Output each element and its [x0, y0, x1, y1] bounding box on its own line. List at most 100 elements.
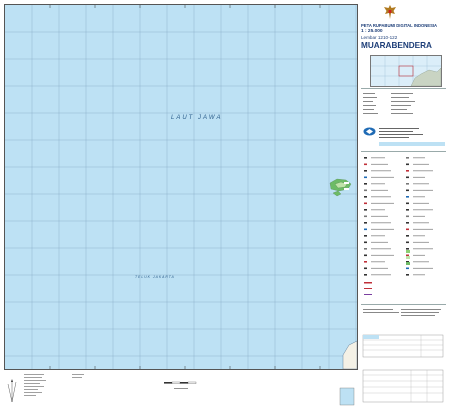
legend-symbol [406, 267, 409, 270]
coral-reef [332, 190, 342, 197]
legend-text [371, 228, 394, 230]
legend-symbol [406, 235, 409, 237]
legend-text [413, 215, 425, 217]
legend-symbol [406, 209, 409, 211]
legend-symbol [364, 235, 367, 237]
legend-text [371, 157, 385, 159]
sheet-info-block [363, 93, 415, 114]
legend-symbol [364, 228, 367, 231]
legend-symbol [364, 202, 367, 205]
divider [361, 88, 446, 89]
legend-symbol [364, 163, 367, 166]
legend-text [413, 267, 433, 269]
legend-text [413, 202, 429, 204]
legend-symbol [364, 157, 367, 159]
divider [361, 304, 446, 305]
legend-text [371, 261, 385, 263]
map-canvas [5, 5, 357, 369]
legend-symbol [364, 254, 367, 257]
legend-text [371, 267, 388, 269]
legend-symbol [406, 189, 409, 192]
legend-text [413, 189, 433, 191]
legend-text [371, 176, 394, 178]
legend-symbol [364, 215, 367, 218]
coastline [342, 340, 357, 369]
legend-symbol [364, 267, 367, 270]
legend-symbol [406, 183, 409, 185]
legend-panel: PETA RUPABUMI DIGITAL INDONESIA 1 : 25.0… [361, 4, 446, 406]
legend-symbol [406, 170, 409, 172]
legend-symbol [406, 202, 409, 205]
legend-text [371, 189, 388, 191]
legend-text [413, 170, 433, 172]
institution-logo-icon [363, 127, 376, 136]
info-tables [362, 309, 444, 403]
island-label [344, 188, 349, 190]
legend-symbol [406, 196, 409, 198]
legend-symbol [364, 170, 367, 172]
legend-text [413, 241, 429, 243]
legend-symbol [406, 248, 409, 250]
legend-symbol [406, 254, 409, 257]
bottom-margin-graphic [7, 374, 355, 406]
legend-symbol [364, 196, 367, 198]
legend-text [413, 235, 425, 237]
legend-text [371, 241, 388, 243]
legend-symbol [364, 183, 367, 185]
legend-text [371, 202, 394, 204]
declination-diagram [7, 380, 17, 403]
map-sheet: LAUT JAWA TELUK JAKARTA PETA RUPABUMI DI… [0, 0, 450, 410]
legend-symbol [406, 176, 409, 179]
sea-label-teluk-jakarta: TELUK JAKARTA [135, 275, 175, 279]
bottom-margin [4, 370, 356, 406]
legend-symbol [406, 274, 409, 276]
legend-symbol [364, 261, 367, 263]
map-series-title: PETA RUPABUMI DIGITAL INDONESIA [361, 23, 438, 28]
legend-text [413, 157, 425, 159]
legend-text [413, 222, 429, 224]
legend-text [371, 248, 391, 250]
legend-text [371, 222, 391, 224]
legend-text [371, 209, 385, 211]
legend-symbol [364, 222, 367, 224]
frame-ticks [49, 5, 321, 369]
legend-text [413, 248, 433, 250]
legend-symbol [406, 163, 409, 166]
index-map [370, 55, 442, 87]
legend-text [413, 228, 433, 230]
legend-symbol [406, 241, 409, 244]
island-label [344, 182, 349, 184]
legend-text [413, 254, 425, 256]
legend-text [371, 254, 394, 256]
legend-text [413, 274, 425, 276]
legend-symbols [364, 157, 433, 295]
legend-text [413, 163, 429, 165]
legend-symbol [364, 209, 367, 211]
legend-text [413, 261, 429, 263]
legend-text [413, 209, 433, 211]
garuda-emblem-icon [384, 5, 396, 19]
legend-text [371, 163, 388, 165]
legend-symbol [364, 248, 367, 250]
sheet-number: Lembar 1210-122 [361, 35, 398, 40]
legend-text [371, 196, 391, 198]
legend-symbol [406, 222, 409, 224]
map-grid [5, 5, 357, 369]
map-scale: 1 : 25.000 [361, 29, 383, 34]
legend-symbol [364, 241, 367, 244]
divider [361, 151, 446, 152]
sea-label-laut-jawa: LAUT JAWA [171, 115, 223, 121]
sheet-name: MUARABENDERA [361, 41, 432, 50]
legend-symbol [406, 215, 409, 218]
legend-symbol [364, 189, 367, 192]
legend-text [371, 183, 385, 185]
legend-text [371, 274, 391, 276]
legend-symbol [364, 176, 367, 179]
legend-text [413, 183, 429, 185]
index-map-graphic [371, 56, 442, 87]
legend-symbol [406, 157, 409, 159]
map-frame[interactable]: LAUT JAWA TELUK JAKARTA [4, 4, 358, 370]
legend-symbol [406, 228, 409, 231]
scale-bar [164, 381, 197, 389]
legend-text [413, 176, 425, 178]
